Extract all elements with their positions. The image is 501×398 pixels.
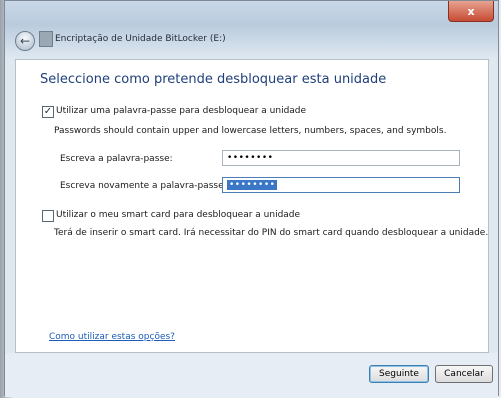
password-checkbox[interactable]: ✓ bbox=[42, 106, 54, 118]
smartcard-option-label[interactable]: Utilizar o meu smart card para desbloque… bbox=[56, 210, 300, 220]
footer-bar: Seguinte Cancelar bbox=[5, 353, 498, 397]
next-button[interactable]: Seguinte bbox=[369, 365, 429, 383]
password-option-label[interactable]: Utilizar uma palavra-passe para desbloqu… bbox=[56, 106, 306, 116]
help-link[interactable]: Como utilizar estas opções? bbox=[49, 332, 175, 342]
password-hint: Passwords should contain upper and lower… bbox=[54, 126, 447, 136]
bitlocker-drive-icon bbox=[39, 31, 53, 47]
close-icon: x bbox=[467, 4, 475, 18]
smartcard-hint: Terá de inserir o smart card. Irá necess… bbox=[54, 228, 489, 238]
confirm-password-label: Escreva novamente a palavra-passe: bbox=[60, 181, 227, 191]
bitlocker-dialog: ← Encriptação de Unidade BitLocker (E:) … bbox=[4, 0, 499, 397]
password-value: •••••••• bbox=[227, 153, 274, 163]
close-button[interactable]: x bbox=[448, 1, 494, 22]
password-input[interactable]: •••••••• bbox=[222, 150, 460, 166]
cancel-button[interactable]: Cancelar bbox=[435, 365, 493, 383]
password-label: Escreva a palavra-passe: bbox=[60, 154, 173, 164]
content-panel: Seleccione como pretende desbloquear est… bbox=[15, 59, 489, 353]
page-title: Seleccione como pretende desbloquear est… bbox=[40, 72, 387, 87]
window-title: Encriptação de Unidade BitLocker (E:) bbox=[55, 34, 226, 44]
confirm-password-input[interactable]: •••••••• bbox=[222, 177, 460, 193]
confirm-password-value: •••••••• bbox=[227, 180, 278, 190]
back-button[interactable]: ← bbox=[15, 31, 35, 51]
checkmark-icon: ✓ bbox=[43, 106, 53, 117]
back-arrow-icon: ← bbox=[19, 34, 31, 48]
title-bar: ← Encriptação de Unidade BitLocker (E:) … bbox=[5, 1, 498, 59]
smartcard-checkbox[interactable] bbox=[42, 210, 54, 222]
